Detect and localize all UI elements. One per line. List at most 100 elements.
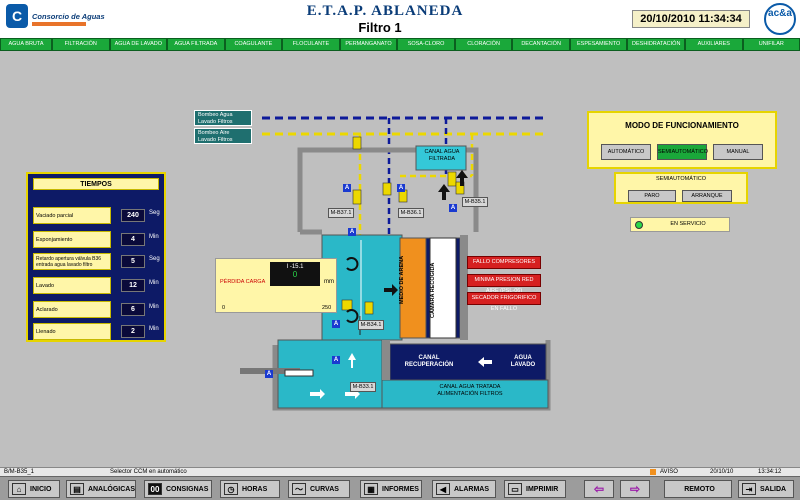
semi-title: SEMIAUTOMÁTICO [655,176,706,182]
alarmas-button[interactable]: ◀ ALARMAS [432,480,496,498]
tiempo-label: Aclarado [33,301,111,318]
informes-label: INFORMES [382,485,419,493]
consignas-label: CONSIGNAS [166,485,209,493]
alarmas-label: ALARMAS [454,485,489,493]
canal-recuperacion-label: CANAL RECUPERACIÓN [404,355,454,368]
prev-arrow-button[interactable]: ⇦ [584,480,614,498]
tiempo-value[interactable]: 6 [121,303,145,316]
tiempo-label: Llenado [33,323,111,340]
servicio-indicator: EN SERVICIO [630,217,730,232]
arrow-left-icon: ⇦ [593,482,605,496]
servicio-label: EN SERVICIO [670,221,706,227]
auto-marker: A [332,356,340,364]
perdida-scale-min: 0 [222,305,226,311]
auto-marker: A [332,320,340,328]
perdida-value: 0 [292,270,298,279]
tiempos-panel: TIEMPOS Vaciado parcial 240 Seg Esponjam… [26,172,166,342]
perdida-label: PÉRDIDA CARGA [220,279,266,285]
tiempo-unit: Min [149,326,159,332]
auto-marker: A [348,228,356,236]
servicio-lamp-icon [635,221,643,229]
auto-marker: A [343,184,351,192]
inicio-label: INICIO [30,485,52,493]
home-icon: ⌂ [12,483,26,495]
informes-button[interactable]: ▦ INFORMES [360,480,422,498]
clock-icon: ◷ [224,483,238,495]
perdida-display: I -15.1 0 [270,262,320,286]
alarm-secador[interactable]: SECADOR FRIGORIFICO EN FALLO [467,292,541,312]
next-arrow-button[interactable]: ⇨ [620,480,650,498]
bombeo-aire-label: Bombeo Aire Lavado Filtros [194,128,252,144]
curves-icon: 〜 [292,483,306,495]
perdida-scale-max: 250 [322,305,332,311]
tiempo-unit: Seg [149,210,160,216]
salida-button[interactable]: ⇥ SALIDA [738,480,794,498]
tiempo-unit: Min [149,234,159,240]
modo-title: MODO DE FUNCIONAMIENTO [625,121,739,130]
tiempo-unit: Min [149,280,159,286]
tiempo-value[interactable]: 2 [121,325,145,338]
analog-icon: ▤ [70,483,84,495]
curvas-label: CURVAS [310,485,339,493]
perdida-unit: mm [324,279,334,285]
tiempo-row-retardo: Retardo apertura válvula B36 entrada agu… [33,253,163,270]
imprimir-label: IMPRIMIR [526,485,559,493]
semiautomatico-button[interactable]: SEMIAUTOMÁTICO [657,144,708,160]
analogicas-label: ANALÓGICAS [87,485,135,493]
tiempo-value[interactable]: 4 [121,233,145,246]
tiempo-value[interactable]: 5 [121,255,145,268]
alarm-fallo-compresores[interactable]: FALLO COMPRESORES [467,256,541,269]
agua-lavado-label: AGUA LAVADO [510,355,536,368]
valve-tag-b34[interactable]: M-B34.1 [358,320,384,330]
horas-label: HORAS [242,485,268,493]
tiempo-row-aclarado: Aclarado 6 Min [33,301,163,318]
salida-label: SALIDA [760,485,787,493]
valve-tag-b35[interactable]: M-B35.1 [462,197,488,207]
remoto-label: REMOTO [684,485,715,493]
canal-tratada-label: CANAL AGUA TRATADA ALIMENTACIÓN FILTROS [437,384,503,397]
tiempo-row-lavado: Lavado 12 Min [33,277,163,294]
printer-icon: ▭ [508,483,522,495]
tiempo-label: Lavado [33,277,111,294]
valve-tag-b36[interactable]: M-B36.1 [398,208,424,218]
analogicas-button[interactable]: ▤ ANALÓGICAS [66,480,136,498]
medio-arena-label: MEDIO DE ARENA [399,255,405,305]
canal-filtrada-label: CANAL AGUA FILTRADA [424,149,460,162]
horas-button[interactable]: ◷ HORAS [220,480,280,498]
arrow-right-icon: ⇨ [629,482,641,496]
tiempo-label: Vaciado parcial [33,207,111,224]
tiempo-label: Esponjamiento [33,231,111,248]
modo-panel: MODO DE FUNCIONAMIENTO AUTOMÁTICO SEMIAU… [587,111,777,169]
tiempo-row-llenado: Llenado 2 Min [33,323,163,340]
tiempo-unit: Seg [149,256,160,262]
paro-button[interactable]: PARO [628,190,676,202]
camara-recogida-label: CÁMARA RECOGIDA [430,262,436,318]
automatico-button[interactable]: AUTOMÁTICO [601,144,651,160]
setpoint-icon: 00 [148,483,162,495]
valve-tag-b37[interactable]: M-B37.1 [328,208,354,218]
tiempo-value[interactable]: 12 [121,279,145,292]
curvas-button[interactable]: 〜 CURVAS [288,480,350,498]
tiempos-title: TIEMPOS [33,178,159,190]
bombeo-agua-label: Bombeo Agua Lavado Filtros [194,110,252,126]
manual-button[interactable]: MANUAL [713,144,763,160]
auto-marker: A [397,184,405,192]
speaker-icon: ◀ [436,483,450,495]
valve-tag-b33[interactable]: M-B33.1 [350,382,376,392]
exit-icon: ⇥ [742,483,756,495]
remoto-button[interactable]: REMOTO [664,480,732,498]
consignas-button[interactable]: 00 CONSIGNAS [144,480,212,498]
imprimir-button[interactable]: ▭ IMPRIMIR [504,480,566,498]
tiempo-value[interactable]: 240 [121,209,145,222]
perdida-carga-panel: I -15.1 0 PÉRDIDA CARGA mm 0 250 [215,258,337,313]
inicio-button[interactable]: ⌂ INICIO [8,480,60,498]
arranque-button[interactable]: ARRANQUE [682,190,732,202]
tiempo-unit: Min [149,304,159,310]
tiempo-label: Retardo apertura válvula B36 entrada agu… [33,253,111,270]
aviso-icon [650,469,656,475]
toolbar: ⌂ INICIO ▤ ANALÓGICAS 00 CONSIGNAS ◷ HORAS 〜… [0,476,800,500]
alarm-minima-presion[interactable]: MINIMA PRESION RED AIRE (PSL-06) [467,274,541,294]
tiempo-row-vaciado: Vaciado parcial 240 Seg [33,207,163,224]
auto-marker: A [265,370,273,378]
auto-marker: A [449,204,457,212]
